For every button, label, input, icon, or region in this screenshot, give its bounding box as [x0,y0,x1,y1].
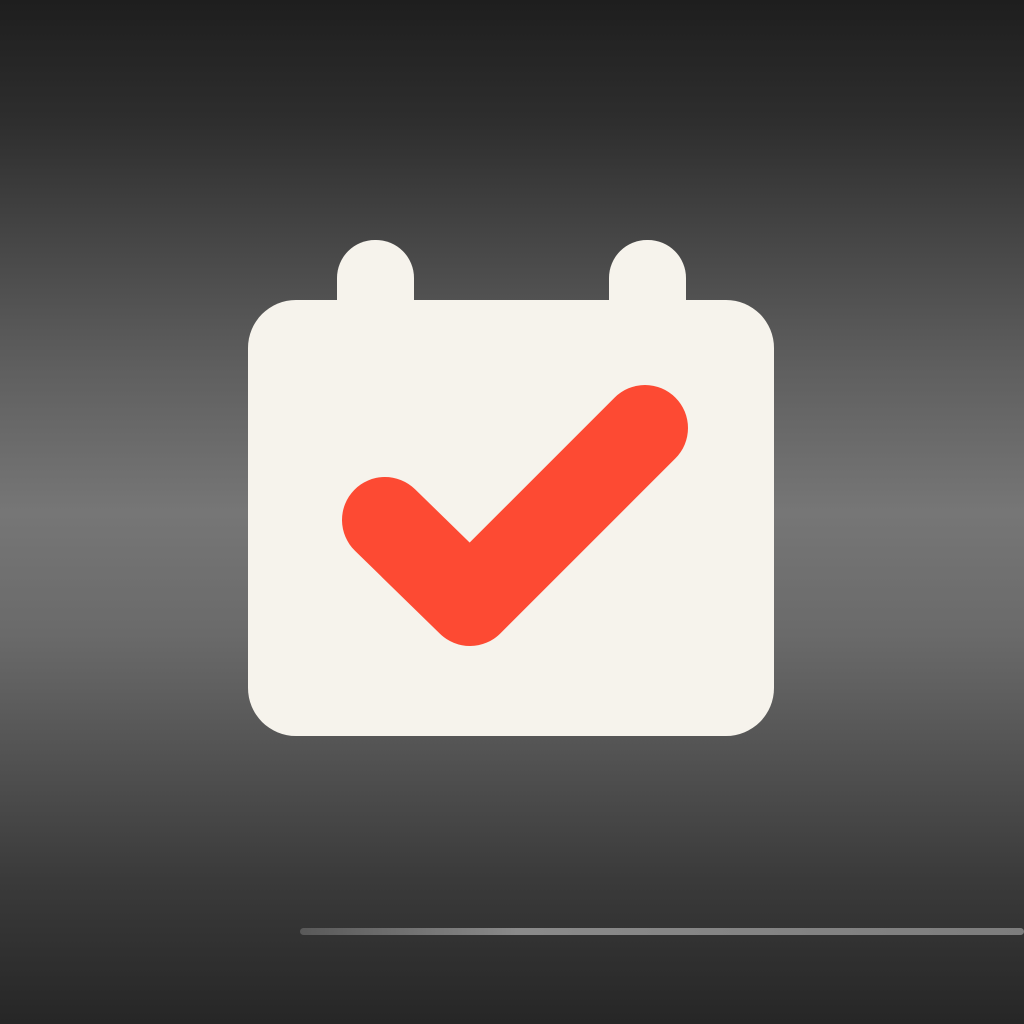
floor-line [300,928,1024,935]
app-icon-stage [0,0,1024,1024]
calendar-check-icon [248,240,774,736]
